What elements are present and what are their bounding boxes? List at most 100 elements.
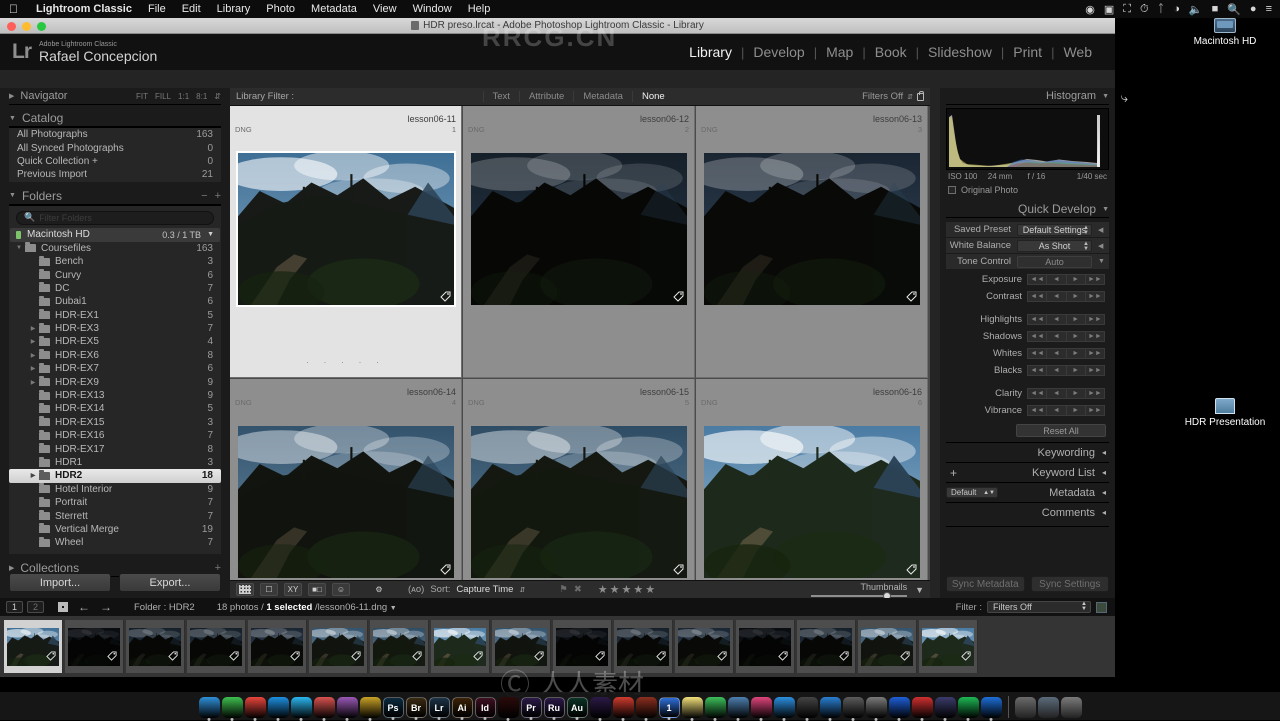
develop-badge-icon[interactable]	[595, 651, 605, 661]
premiere-icon[interactable]: Pr	[521, 697, 542, 718]
qd-step-button-4[interactable]: ►►	[1085, 314, 1105, 325]
folder-row[interactable]: Portrait7	[9, 496, 221, 509]
folder-row[interactable]: ▶HDR218	[9, 469, 221, 482]
module-develop[interactable]: Develop	[744, 44, 813, 60]
reject-icon[interactable]: ✖	[574, 584, 582, 595]
quick-develop-header[interactable]: Quick Develop ▼	[946, 201, 1109, 218]
disclosure-triangle-icon[interactable]: ▶	[27, 338, 39, 345]
qd-step-button-3[interactable]: ►	[1066, 405, 1086, 416]
develop-badge-icon[interactable]	[778, 651, 788, 661]
todo-icon[interactable]	[291, 697, 312, 718]
qd-step-button-3[interactable]: ►	[1066, 348, 1086, 359]
chevron-down-icon[interactable]: ▼	[1102, 206, 1109, 213]
photos-icon[interactable]	[337, 697, 358, 718]
disclosure-triangle-icon[interactable]: ▶	[27, 325, 39, 332]
grid-cell-thumbnail[interactable]	[696, 134, 927, 324]
grid-cell[interactable]: lesson06-15DNG5· · · · ·	[463, 379, 695, 580]
spray-can-icon[interactable]: ⚙	[370, 583, 388, 596]
checkbox-icon[interactable]	[948, 186, 956, 194]
desktop-icon-hdr-presentation[interactable]: HDR Presentation	[1170, 398, 1280, 428]
slider-track[interactable]	[811, 595, 907, 597]
qd-step-button-1[interactable]: ◄◄	[1027, 388, 1047, 399]
filmstrip-thumbnail[interactable]	[248, 620, 307, 673]
folder-row[interactable]: Dubai16	[9, 295, 221, 308]
develop-badge-icon[interactable]	[673, 291, 684, 302]
chevron-left-icon[interactable]: ◂	[1102, 508, 1106, 517]
filters-off-label[interactable]: Filters Off	[862, 91, 903, 102]
browser-icon[interactable]	[981, 697, 1002, 718]
develop-badge-icon[interactable]	[900, 651, 910, 661]
volume-icon[interactable]: 🔈	[1189, 3, 1203, 16]
grid-cell-thumbnail[interactable]	[230, 407, 461, 580]
disclosure-triangle-icon[interactable]: ▶	[27, 352, 39, 359]
develop-badge-icon[interactable]	[961, 651, 971, 661]
qd-step-button-4[interactable]: ►►	[1085, 365, 1105, 376]
develop-badge-icon[interactable]	[229, 651, 239, 661]
import-button[interactable]: Import...	[9, 573, 111, 592]
toolbar-chevron-down-icon[interactable]: ▼	[915, 585, 924, 595]
bridge-icon[interactable]: Br	[406, 697, 427, 718]
aftereffects-icon[interactable]	[590, 697, 611, 718]
filter-option-metadata[interactable]: Metadata	[573, 91, 632, 102]
filmstrip-thumbnail[interactable]	[919, 620, 978, 673]
sort-value[interactable]: Capture Time	[456, 584, 513, 595]
maximize-button[interactable]	[37, 22, 46, 31]
develop-badge-icon[interactable]	[673, 564, 684, 575]
filter-option-attribute[interactable]: Attribute	[519, 91, 573, 102]
disclosure-triangle-icon[interactable]: ▼	[13, 245, 25, 251]
folder-row[interactable]: Bench3	[9, 255, 221, 268]
export-button[interactable]: Export...	[119, 573, 221, 592]
qd-step-button-1[interactable]: ◄◄	[1027, 314, 1047, 325]
catalog-item-previous-import[interactable]: Previous Import 21	[9, 168, 221, 181]
qd-step-button-3[interactable]: ►	[1066, 274, 1086, 285]
qd-step-button-3[interactable]: ►	[1066, 291, 1086, 302]
filmstrip-thumbnail[interactable]	[309, 620, 368, 673]
qd-step-button-4[interactable]: ►►	[1085, 274, 1105, 285]
folder-row[interactable]: HDR-EX153	[9, 416, 221, 429]
catalog-header[interactable]: ▼ Catalog	[9, 110, 221, 127]
develop-badge-icon[interactable]	[440, 564, 451, 575]
folder-row[interactable]: ▶HDR-EX37	[9, 322, 221, 335]
folder-row[interactable]: Hotel Interior9	[9, 483, 221, 496]
apple-icon[interactable]: 	[0, 3, 28, 15]
qd-step-button-2[interactable]: ◄	[1046, 291, 1066, 302]
chevron-updown-icon[interactable]: ⇵	[907, 93, 913, 101]
folder-row[interactable]: HDR13	[9, 456, 221, 469]
trash-icon[interactable]	[1061, 697, 1082, 718]
module-map[interactable]: Map	[817, 44, 862, 60]
collections-add-button[interactable]: +	[215, 562, 221, 574]
finder-icon[interactable]	[199, 697, 220, 718]
stepper-icon[interactable]: ▲▼	[1083, 226, 1089, 236]
sync-metadata-button[interactable]: Sync Metadata	[946, 576, 1025, 592]
appstore-icon[interactable]	[774, 697, 795, 718]
keyword-add-button[interactable]: +	[950, 466, 957, 480]
folder-row[interactable]: ▶HDR-EX68	[9, 349, 221, 362]
folder-row[interactable]: ▶HDR-EX54	[9, 335, 221, 348]
develop-badge-icon[interactable]	[839, 651, 849, 661]
menu-item-file[interactable]: File	[140, 3, 174, 15]
menu-item-photo[interactable]: Photo	[258, 3, 303, 15]
chrome-icon[interactable]	[245, 697, 266, 718]
sort-az-icon[interactable]: (ᴀᴏ)	[408, 584, 424, 595]
folder-row[interactable]: HDR-EX15	[9, 309, 221, 322]
folder-row[interactable]: ▼Coursefiles163	[9, 242, 221, 255]
controlcenter-icon[interactable]: ≡	[1266, 3, 1272, 15]
qd-step-button-1[interactable]: ◄◄	[1027, 365, 1047, 376]
filmstrip-thumbnail[interactable]	[370, 620, 429, 673]
chevron-updown-icon[interactable]: ⇵	[519, 586, 525, 594]
develop-badge-icon[interactable]	[656, 651, 666, 661]
qd-step-button-4[interactable]: ►►	[1085, 348, 1105, 359]
qd-step-button-2[interactable]: ◄	[1046, 274, 1066, 285]
second-monitor-2-button[interactable]: 2	[27, 601, 44, 613]
people-view-icon[interactable]: ☺	[332, 583, 350, 596]
qd-step-button-2[interactable]: ◄	[1046, 388, 1066, 399]
catalog-item-quick-collection[interactable]: Quick Collection + 0	[9, 155, 221, 168]
screenrecord-icon[interactable]: ◉	[1085, 3, 1095, 16]
develop-badge-icon[interactable]	[440, 291, 451, 302]
navigator-zoom-ratio[interactable]: 8:1	[196, 92, 207, 101]
develop-badge-icon[interactable]	[906, 291, 917, 302]
search-icon[interactable]: 🔍	[1227, 3, 1241, 16]
filmstrip-thumbnail[interactable]	[65, 620, 124, 673]
menu-item-help[interactable]: Help	[460, 3, 499, 15]
chevron-updown-icon[interactable]: ⇵	[214, 92, 221, 101]
